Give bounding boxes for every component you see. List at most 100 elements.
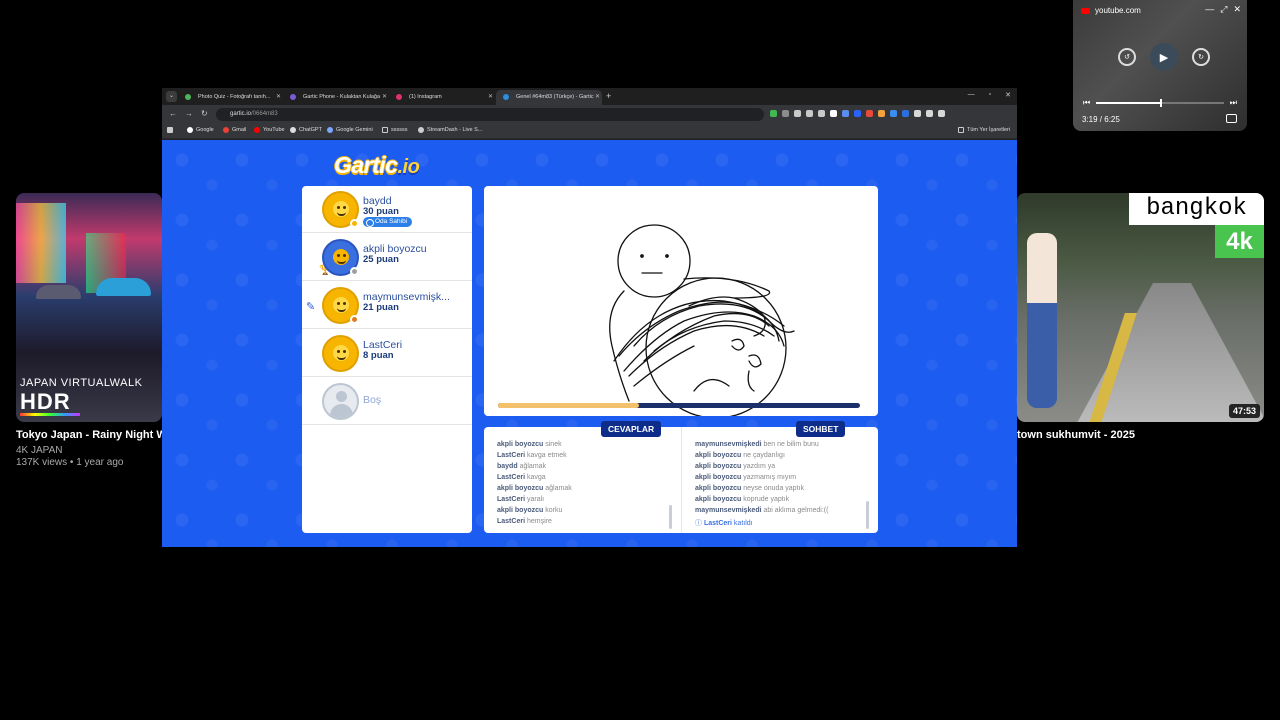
bookmark-google[interactable]: Google <box>187 127 214 133</box>
message-text: hemşire <box>526 518 552 525</box>
minimize-icon[interactable]: — <box>1205 4 1214 15</box>
extension-icon[interactable] <box>794 110 801 117</box>
extension-icon[interactable] <box>914 110 921 117</box>
empty-avatar-icon <box>322 383 359 420</box>
extension-icon[interactable] <box>782 110 789 117</box>
back-icon[interactable]: ← <box>169 109 177 118</box>
message-user: akpli boyozcu <box>695 485 742 492</box>
extension-icon[interactable] <box>818 110 825 117</box>
close-icon[interactable]: ✕ <box>1233 4 1241 15</box>
extension-icon[interactable] <box>770 110 777 117</box>
apps-icon[interactable] <box>167 127 173 133</box>
tab-search-icon[interactable]: ⌄ <box>166 91 177 102</box>
avatar <box>322 335 359 372</box>
answers-tab[interactable]: CEVAPLAR <box>601 421 662 437</box>
minimize-icon[interactable]: — <box>968 91 975 99</box>
answers-scrollbar[interactable] <box>669 505 672 529</box>
video-thumbnail[interactable]: bangkok 4k 47:53 <box>1017 193 1264 422</box>
tab-close-icon[interactable]: ✕ <box>488 93 493 100</box>
tab-strip: ⌄ Photo Quiz - Fotoğrafı tanıh... ✕ Gart… <box>162 88 1017 105</box>
extension-icon[interactable] <box>842 110 849 117</box>
seek-bar[interactable] <box>1096 99 1224 107</box>
chat-scrollbar[interactable] <box>866 501 869 529</box>
previous-icon[interactable]: ⏮ <box>1083 98 1090 108</box>
drawing-canvas[interactable] <box>484 186 878 416</box>
bookmark-gemini[interactable]: Google Gemini <box>327 127 373 133</box>
chat-message: akpli boyozcu koprude yaptık <box>695 496 789 503</box>
status-dot <box>350 267 359 276</box>
forward-10-icon[interactable]: ↻ <box>1192 48 1210 66</box>
message-user: akpli boyozcu <box>695 496 742 503</box>
extension-icon[interactable] <box>890 110 897 117</box>
message-text: ne çaydanlıgı <box>743 452 785 459</box>
channel-name[interactable]: 4K JAPAN <box>16 445 63 456</box>
extension-icon[interactable] <box>830 110 837 117</box>
bookmark-gmail[interactable]: Gmail <box>223 127 246 133</box>
tab-close-icon[interactable]: ✕ <box>382 93 387 100</box>
captions-icon[interactable] <box>1226 114 1237 123</box>
address-bar[interactable]: gartic.io/0664m83 <box>216 108 764 121</box>
round-timer-fill <box>498 403 640 408</box>
restore-icon[interactable]: ▫ <box>989 91 991 99</box>
forward-icon[interactable]: → <box>185 109 193 118</box>
message-user: akpli boyozcu <box>497 441 544 448</box>
tab-gartic-phone[interactable]: Gartic Phone - Kulaktan Kulağa ✕ <box>283 90 389 105</box>
tab-photo-quiz[interactable]: Photo Quiz - Fotoğrafı tanıh... ✕ <box>178 90 283 105</box>
chat-message: akpli boyozcu yazdım ya <box>695 463 775 470</box>
reload-icon[interactable]: ↻ <box>201 109 208 118</box>
player-row[interactable]: baydd 30 puan Oda Sahibi <box>302 186 472 233</box>
empty-slot[interactable]: Boş <box>302 378 472 425</box>
umbrella <box>36 285 81 299</box>
tab-gartic-io[interactable]: Genel #64m83 (Türkçe) - Gartic ✕ <box>496 90 602 105</box>
player-row[interactable]: ✎ maymunsevmişk... 21 puan <box>302 282 472 329</box>
play-button[interactable]: ▶ <box>1150 43 1178 71</box>
message-user: LastCeri <box>497 496 526 503</box>
close-icon[interactable]: ✕ <box>1005 91 1011 99</box>
answer-row: LastCeri hemşire <box>497 518 552 525</box>
player-list: baydd 30 puan Oda Sahibi 🏆 akpli boyozcu… <box>302 186 472 533</box>
tab-close-icon[interactable]: ✕ <box>276 93 281 100</box>
new-tab-button[interactable]: + <box>606 91 611 101</box>
player-row[interactable]: 🏆 akpli boyozcu 25 puan <box>302 234 472 281</box>
google-icon <box>187 127 193 133</box>
video-title[interactable]: Tokyo Japan - Rainy Night Wa <box>16 429 172 441</box>
extension-icon[interactable] <box>806 110 813 117</box>
window-controls: — ▫ ✕ <box>968 91 1011 99</box>
player-row[interactable]: LastCeri 8 puan <box>302 330 472 377</box>
mini-player-track: ⏮ ⏭ <box>1083 98 1237 108</box>
seek-bar-knob[interactable] <box>1160 99 1162 107</box>
expand-icon[interactable]: ⤢ <box>1220 4 1227 15</box>
message-user: LastCeri <box>703 520 732 527</box>
extension-icon[interactable] <box>854 110 861 117</box>
tab-instagram[interactable]: (1) Instagram ✕ <box>389 90 495 105</box>
extension-icon[interactable] <box>878 110 885 117</box>
chat-message: maymunsevmişkedi ben ne bilim bunu <box>695 441 819 448</box>
next-icon[interactable]: ⏭ <box>1230 98 1237 108</box>
video-title[interactable]: town sukhumvit - 2025 <box>1017 429 1135 441</box>
youtube-mini-player[interactable]: youtube.com — ⤢ ✕ ↺ ▶ ↻ ⏮ ⏭ 3:19 / 6:25 <box>1073 0 1247 131</box>
menu-icon[interactable] <box>938 110 945 117</box>
message-user: maymunsevmişkedi <box>695 441 762 448</box>
bookmarks-bar: Google Gmail YouTube ChatGPT Google Gemi… <box>162 123 1017 139</box>
thumbnail-hdr-label: HDR <box>20 389 71 414</box>
bookmark-streamdash[interactable]: StreamDash - Live S... <box>418 127 482 133</box>
bookmark-chatgpt[interactable]: ChatGPT <box>290 127 322 133</box>
message-user: LastCeri <box>497 518 526 525</box>
video-thumbnail[interactable]: JAPAN VIRTUALWALK HDR <box>16 193 162 422</box>
gartic-logo[interactable]: Gartic.io <box>334 152 420 179</box>
room-owner-badge: Oda Sahibi <box>363 217 413 227</box>
puzzle-icon[interactable] <box>926 110 933 117</box>
message-user: akpli boyozcu <box>695 474 742 481</box>
all-bookmarks[interactable]: Tüm Yer İşaretleri <box>958 127 1010 133</box>
extension-icon[interactable] <box>866 110 873 117</box>
extension-icon[interactable] <box>902 110 909 117</box>
browser-window: ⌄ Photo Quiz - Fotoğrafı tanıh... ✕ Gart… <box>162 88 1017 547</box>
rewind-10-icon[interactable]: ↺ <box>1118 48 1136 66</box>
chatgpt-icon <box>290 127 296 133</box>
bookmark-folder[interactable]: ssssss <box>382 127 408 133</box>
tab-close-icon[interactable]: ✕ <box>595 93 600 100</box>
thumbnail-caption: JAPAN VIRTUALWALK <box>20 377 143 389</box>
chat-tab[interactable]: SOHBET <box>796 421 846 437</box>
bookmark-youtube[interactable]: YouTube <box>254 127 285 133</box>
folder-icon <box>958 127 964 133</box>
